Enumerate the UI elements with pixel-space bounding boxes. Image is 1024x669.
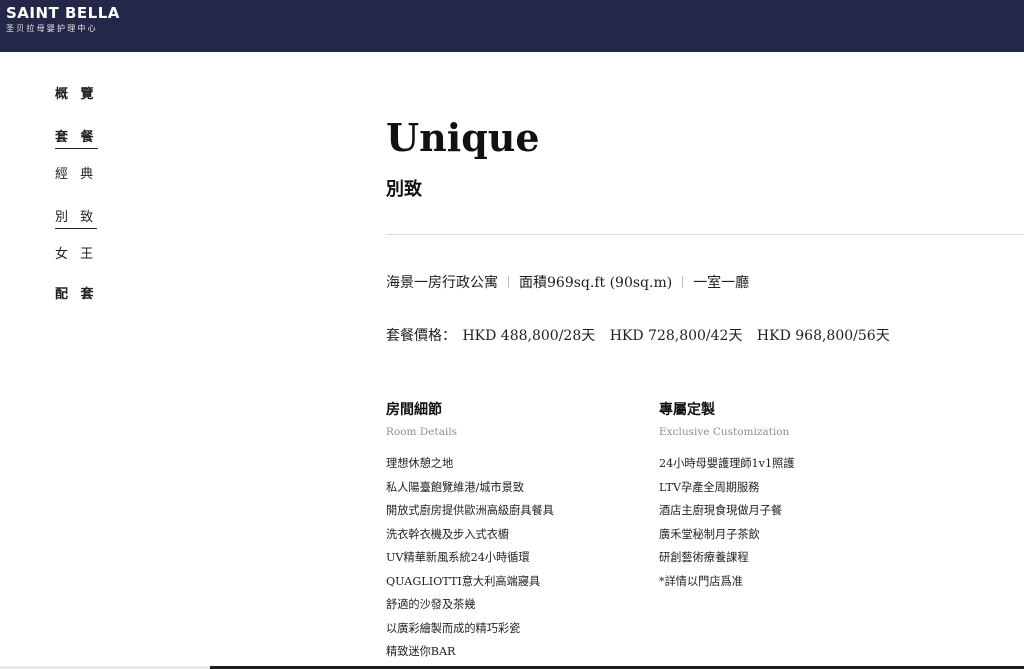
package-title: Unique bbox=[386, 115, 540, 160]
list-item: 理想休憩之地 bbox=[386, 457, 454, 470]
customization-section: 專屬定製 Exclusive Customization 24小時母嬰護理師1v… bbox=[659, 400, 919, 598]
room-details-list: 理想休憩之地 私人陽臺飽覽維港/城市景致 開放式廚房提供歐洲高級廚具餐具 洗衣幹… bbox=[386, 457, 646, 659]
spec-room-type: 海景一房行政公寓 bbox=[386, 275, 498, 291]
sidebar-item-queen[interactable]: 女 王 bbox=[55, 246, 135, 264]
list-item: LTV孕產全周期服務 bbox=[659, 480, 760, 494]
list-item: *詳情以門店爲准 bbox=[659, 574, 743, 588]
room-details-subtitle: Room Details bbox=[386, 426, 458, 438]
list-item: 私人陽臺飽覽維港/城市景致 bbox=[386, 480, 525, 494]
spec-separator bbox=[682, 276, 684, 288]
sidebar-navigation: 概 覽 套 餐 經 典 別 致 女 王 配 套 bbox=[55, 86, 135, 326]
room-details-title: 房間細節 bbox=[386, 402, 442, 418]
spec-separator bbox=[508, 276, 509, 288]
sidebar-item-amenities[interactable]: 配 套 bbox=[55, 286, 135, 304]
brand-subtitle: 圣贝拉母婴护理中心 bbox=[6, 24, 98, 33]
price-label: 套餐價格： bbox=[386, 328, 456, 344]
sidebar-item-unique[interactable]: 別 致 bbox=[55, 209, 98, 229]
room-details-section: 房間細節 Room Details 理想休憩之地 私人陽臺飽覽維港/城市景致 開… bbox=[386, 400, 646, 669]
section-divider bbox=[386, 234, 1024, 235]
brand-logo[interactable]: SAINT BELLA 圣贝拉母婴护理中心 bbox=[6, 4, 120, 35]
spec-area: 面積969sq.ft (90sq.m) bbox=[519, 275, 673, 291]
list-item: 舒適的沙發及茶幾 bbox=[386, 598, 476, 611]
list-item: 酒店主廚現食現做月子餐 bbox=[659, 504, 783, 517]
price-42-days: HKD 728,800/42天 bbox=[609, 328, 743, 344]
brand-name: SAINT BELLA bbox=[6, 4, 120, 22]
list-item: 精致迷你BAR bbox=[386, 645, 456, 658]
list-item: 開放式廚房提供歐洲高級廚具餐具 bbox=[386, 504, 554, 517]
customization-list: 24小時母嬰護理師1v1照護 LTV孕產全周期服務 酒店主廚現食現做月子餐 廣禾… bbox=[659, 457, 919, 589]
package-prices: 套餐價格： HKD 488,800/28天 HKD 728,800/42天 HK… bbox=[386, 326, 900, 346]
list-item: UV精華新風系統24小時循環 bbox=[386, 551, 530, 564]
list-item: 廣禾堂秘制月子茶飲 bbox=[659, 527, 760, 541]
list-item: 洗衣幹衣機及步入式衣櫥 bbox=[386, 527, 510, 541]
sidebar-item-classic[interactable]: 經 典 bbox=[55, 166, 135, 184]
top-navigation-bar: SAINT BELLA 圣贝拉母婴护理中心 bbox=[0, 0, 1024, 52]
list-item: 研創藝術療養課程 bbox=[659, 551, 749, 564]
package-title-chinese: 別致 bbox=[386, 179, 422, 200]
list-item: 24小時母嬰護理師1v1照護 bbox=[659, 457, 795, 470]
spec-layout: 一室一廳 bbox=[693, 275, 750, 291]
customization-title: 專屬定製 bbox=[659, 402, 715, 418]
list-item: 以廣彩繪製而成的精巧彩瓷 bbox=[386, 621, 521, 635]
room-specs: 海景一房行政公寓 面積969sq.ft (90sq.m) 一室一廳 bbox=[386, 273, 749, 293]
sidebar-item-overview[interactable]: 概 覽 bbox=[55, 86, 135, 104]
price-56-days: HKD 968,800/56天 bbox=[756, 328, 890, 344]
price-28-days: HKD 488,800/28天 bbox=[462, 328, 596, 344]
customization-subtitle: Exclusive Customization bbox=[659, 426, 790, 438]
list-item: QUAGLIOTTI意大利高端寢具 bbox=[386, 574, 541, 588]
sidebar-item-packages[interactable]: 套 餐 bbox=[55, 129, 98, 149]
